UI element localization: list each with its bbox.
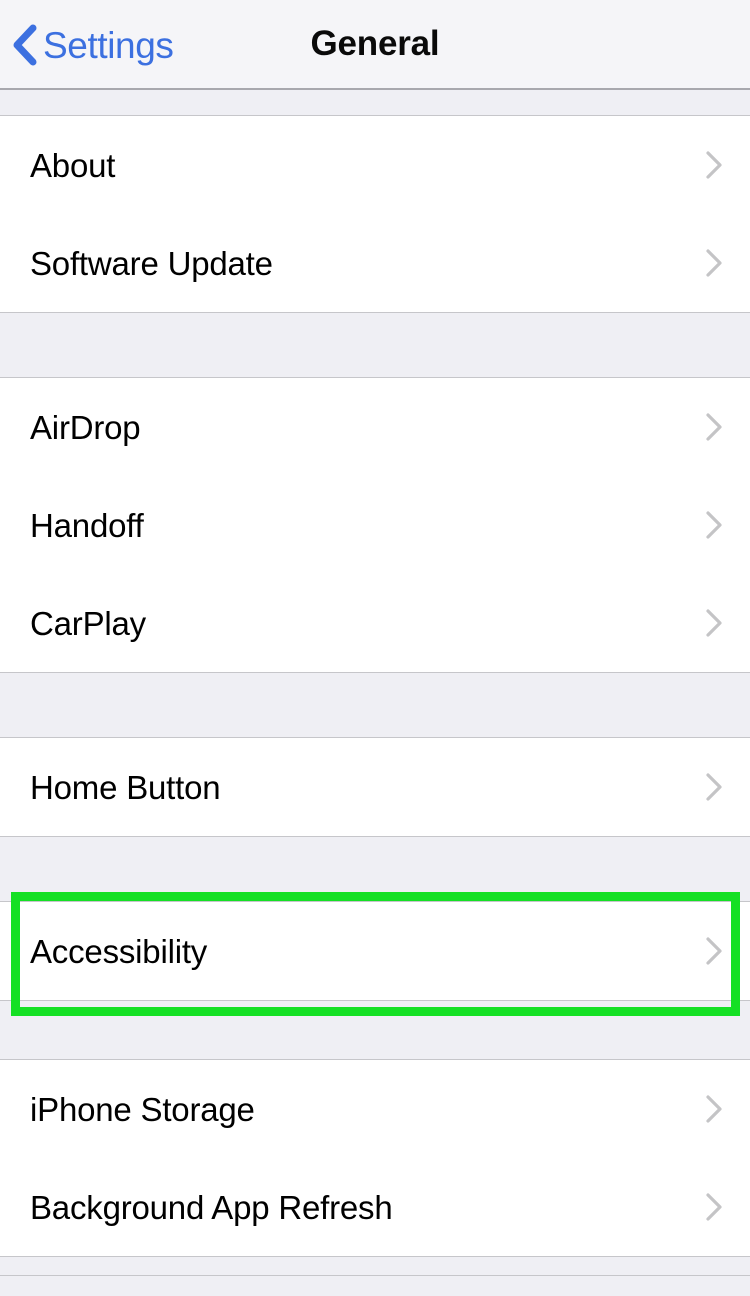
section-gap <box>0 672 750 738</box>
chevron-right-icon <box>706 609 722 637</box>
list-item-about[interactable]: About <box>0 116 750 214</box>
row-container: Background App Refresh <box>0 1158 750 1256</box>
settings-group: iPhone Storage Background App Refresh <box>0 1060 750 1256</box>
list-item-label: iPhone Storage <box>30 1090 255 1128</box>
footer-gap <box>0 1256 750 1276</box>
list-item-label: Handoff <box>30 506 144 544</box>
chevron-right-icon <box>706 511 722 539</box>
row-container: Handoff <box>0 476 750 574</box>
list-item-label: Background App Refresh <box>30 1188 393 1226</box>
list-item-software-update[interactable]: Software Update <box>0 214 750 312</box>
chevron-right-icon <box>706 249 722 277</box>
settings-group: AirDrop Handoff CarPlay <box>0 378 750 672</box>
chevron-right-icon <box>706 937 722 965</box>
settings-group: Accessibility <box>0 892 750 1016</box>
list-item-carplay[interactable]: CarPlay <box>0 574 750 672</box>
list-item-background-app-refresh[interactable]: Background App Refresh <box>0 1158 750 1256</box>
settings-general-screen: Settings General About Software Update Air… <box>0 0 750 1296</box>
list-item-airdrop[interactable]: AirDrop <box>0 378 750 476</box>
section-gap <box>0 1000 750 1060</box>
chevron-right-icon <box>706 773 722 801</box>
chevron-right-icon <box>706 1095 722 1123</box>
section-gap <box>0 836 750 902</box>
list-item-label: Home Button <box>30 768 221 806</box>
chevron-right-icon <box>706 1193 722 1221</box>
row-container: About <box>0 116 750 214</box>
list-item-label: Accessibility <box>30 932 208 970</box>
chevron-right-icon <box>706 413 722 441</box>
page-title: General <box>310 24 440 63</box>
settings-group: About Software Update <box>0 116 750 312</box>
list-item-label: About <box>30 146 116 184</box>
list-item-accessibility[interactable]: Accessibility <box>0 902 750 1000</box>
row-container: iPhone Storage <box>0 1060 750 1158</box>
section-gap <box>0 90 750 116</box>
chevron-right-icon <box>706 151 722 179</box>
settings-group: Home Button <box>0 738 750 836</box>
list-item-home-button[interactable]: Home Button <box>0 738 750 836</box>
row-container: Accessibility <box>0 892 750 1016</box>
row-container: CarPlay <box>0 574 750 672</box>
navigation-bar: Settings General <box>0 0 750 90</box>
settings-list: About Software Update AirDrop Handoff CarPla… <box>0 90 750 1276</box>
list-item-label: Software Update <box>30 244 273 282</box>
list-item-iphone-storage[interactable]: iPhone Storage <box>0 1060 750 1158</box>
list-item-label: AirDrop <box>30 408 141 446</box>
section-gap <box>0 312 750 378</box>
row-container: Home Button <box>0 738 750 836</box>
list-item-label: CarPlay <box>30 604 146 642</box>
list-item-handoff[interactable]: Handoff <box>0 476 750 574</box>
row-container: Software Update <box>0 214 750 312</box>
row-container: AirDrop <box>0 378 750 476</box>
